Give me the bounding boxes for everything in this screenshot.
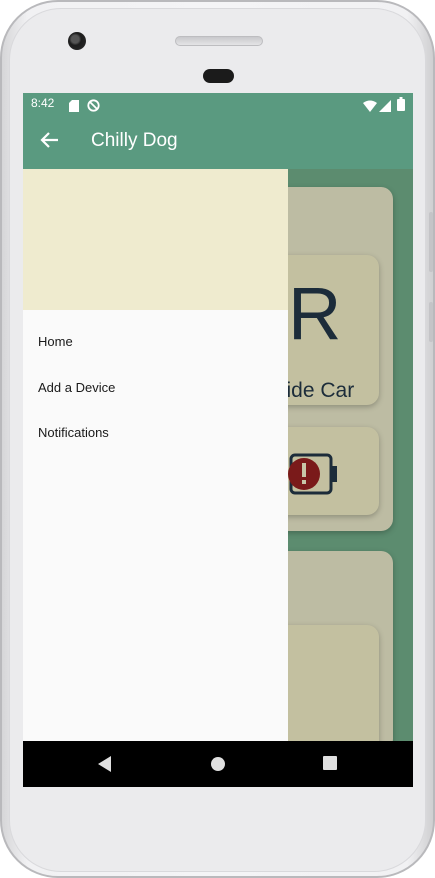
volume-button xyxy=(429,212,433,272)
signal-icon xyxy=(379,97,391,116)
do-not-disturb-icon xyxy=(87,97,100,116)
battery-icon xyxy=(397,96,405,115)
temperature-letter: R xyxy=(288,272,342,355)
home-circle-icon[interactable] xyxy=(209,755,227,773)
phone-frame: 8:42 Chilly Dog R side Car Home Add a De… xyxy=(0,0,435,878)
app-bar: Chilly Dog xyxy=(23,115,413,169)
sd-card-icon xyxy=(69,97,79,116)
battery-alert-icon xyxy=(285,449,343,503)
navigation-drawer: Home Add a Device Notifications xyxy=(23,169,288,741)
drawer-item-notifications[interactable]: Notifications xyxy=(38,425,109,440)
back-triangle-icon[interactable] xyxy=(97,755,115,773)
earpiece-speaker xyxy=(175,36,263,46)
recents-square-icon[interactable] xyxy=(322,755,340,773)
drawer-item-home[interactable]: Home xyxy=(38,334,73,349)
front-camera xyxy=(68,32,86,50)
device-screen: 8:42 Chilly Dog R side Car Home Add a De… xyxy=(23,93,413,787)
drawer-item-add-device[interactable]: Add a Device xyxy=(38,380,115,395)
system-nav-bar xyxy=(23,741,413,787)
proximity-sensor xyxy=(203,69,234,83)
power-button xyxy=(429,302,433,342)
status-time: 8:42 xyxy=(31,96,55,110)
drawer-header xyxy=(23,169,288,310)
wifi-icon xyxy=(363,97,377,116)
app-title: Chilly Dog xyxy=(91,130,178,151)
status-bar: 8:42 xyxy=(23,93,413,115)
back-arrow-icon[interactable] xyxy=(39,129,61,151)
